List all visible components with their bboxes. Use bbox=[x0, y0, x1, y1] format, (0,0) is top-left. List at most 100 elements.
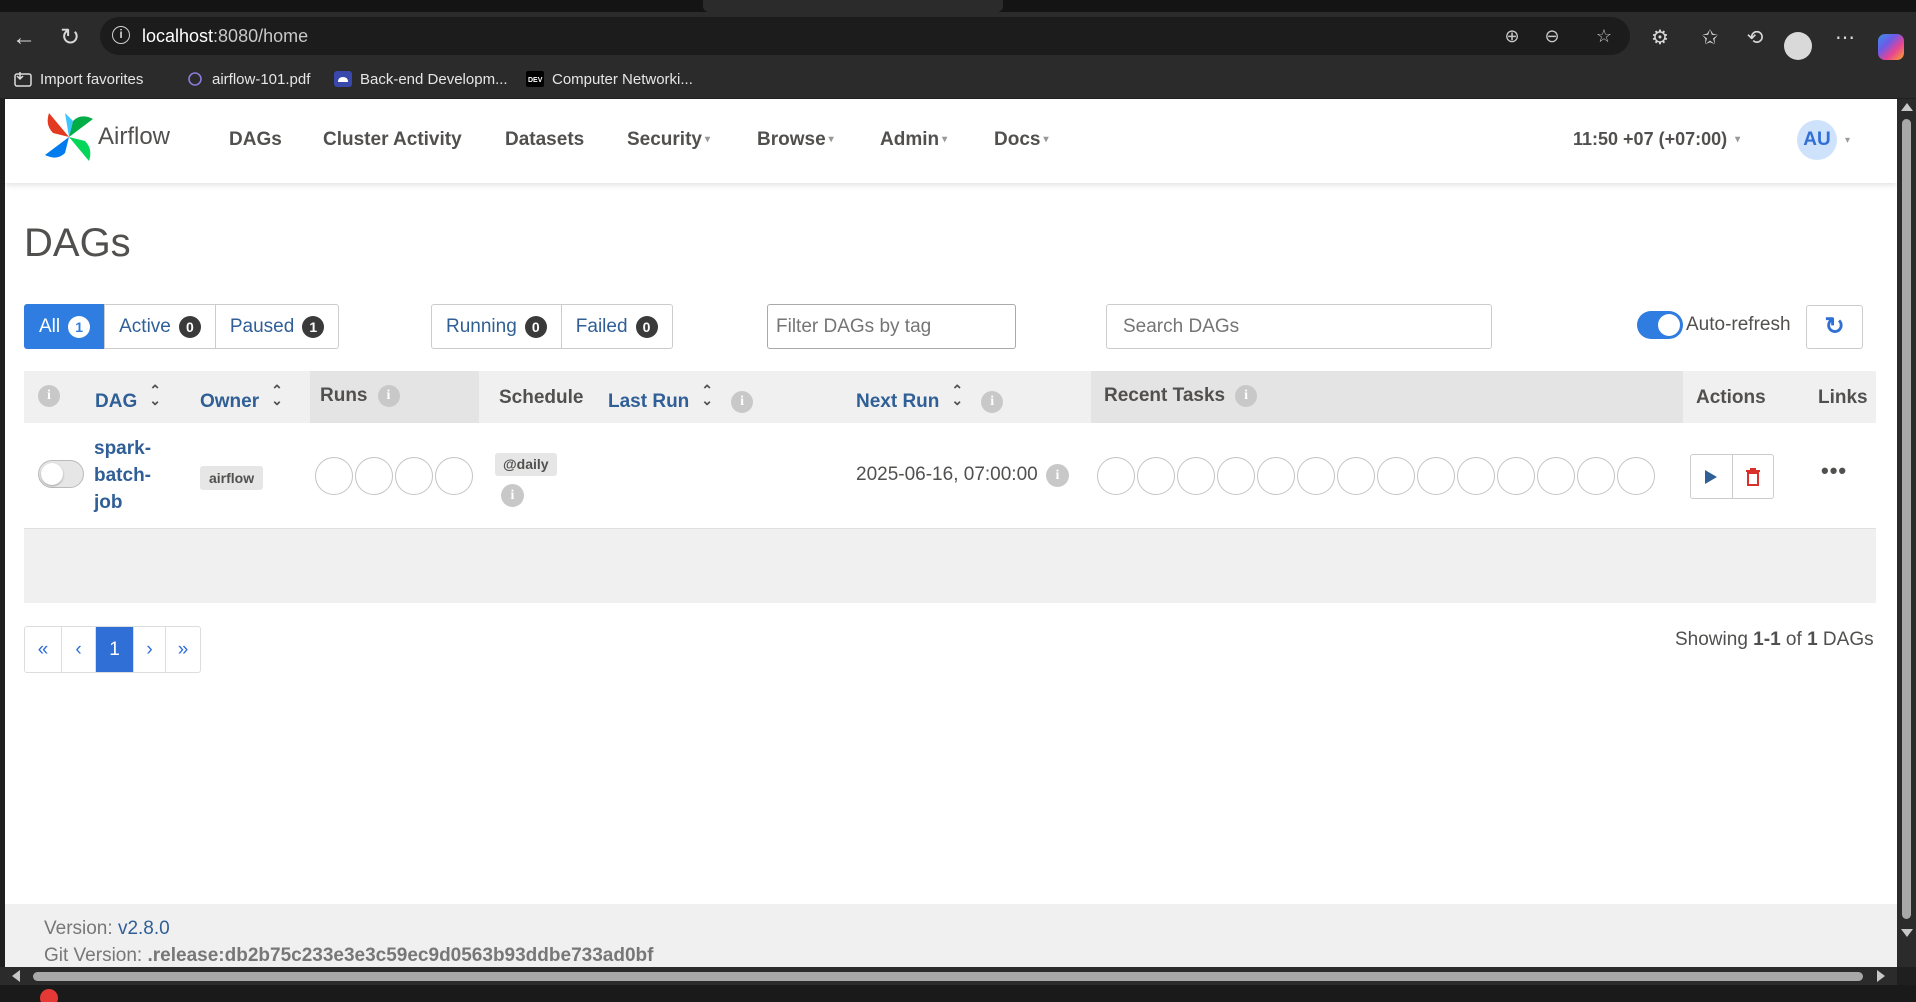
task-status-circle[interactable] bbox=[1377, 457, 1415, 495]
play-icon bbox=[1705, 469, 1718, 484]
scroll-thumb[interactable] bbox=[33, 972, 1863, 981]
chevron-down-icon[interactable]: ▾ bbox=[1845, 135, 1850, 146]
tag-filter-input[interactable] bbox=[767, 304, 1016, 349]
task-status-circle[interactable] bbox=[1417, 457, 1455, 495]
footer: Version: v2.8.0 Git Version: .release:db… bbox=[5, 904, 1897, 967]
search-dags-input[interactable] bbox=[1106, 304, 1492, 349]
task-status-circle[interactable] bbox=[1577, 457, 1615, 495]
taskbar bbox=[0, 985, 1916, 1002]
delete-dag-button[interactable] bbox=[1731, 455, 1773, 498]
info-icon[interactable]: i bbox=[981, 391, 1004, 413]
airflow-logo-icon[interactable] bbox=[43, 111, 95, 163]
info-icon[interactable]: i bbox=[1046, 464, 1069, 487]
run-status-circle[interactable] bbox=[435, 457, 473, 495]
task-status-circle[interactable] bbox=[1297, 457, 1335, 495]
more-icon[interactable]: ⋯ bbox=[1830, 24, 1860, 52]
header-info[interactable]: i bbox=[38, 385, 60, 407]
info-icon[interactable]: i bbox=[377, 385, 400, 407]
scroll-right-icon[interactable] bbox=[1877, 970, 1885, 982]
task-status-circle[interactable] bbox=[1177, 457, 1215, 495]
nav-docs[interactable]: Docs ▾ bbox=[994, 129, 1049, 151]
profile-icon[interactable] bbox=[1784, 32, 1812, 60]
reader-icon[interactable]: ⊖ bbox=[1540, 25, 1564, 47]
more-links-icon[interactable]: ••• bbox=[1821, 458, 1847, 484]
history-icon[interactable]: ⟲ bbox=[1740, 24, 1770, 52]
favorites-icon[interactable]: ✩ bbox=[1695, 24, 1725, 52]
extensions-icon[interactable]: ⚙ bbox=[1645, 24, 1675, 52]
filter-running-button[interactable]: Running 0 bbox=[431, 304, 562, 349]
auto-refresh-label: Auto-refresh bbox=[1686, 314, 1791, 335]
pagination: « ‹ 1 › » bbox=[24, 626, 201, 673]
task-status-circle[interactable] bbox=[1337, 457, 1375, 495]
info-icon[interactable]: i bbox=[501, 484, 524, 507]
task-status-circle[interactable] bbox=[1257, 457, 1295, 495]
run-status-circle[interactable] bbox=[315, 457, 353, 495]
bookmark-backend-dev[interactable]: Back-end Developm... bbox=[334, 68, 508, 92]
task-status-circle[interactable] bbox=[1537, 457, 1575, 495]
table-header: i DAG⌃ ⌄ Owner⌃ ⌄ Runs i Schedule Last Run⌃… bbox=[24, 371, 1876, 423]
reload-icon[interactable]: ↻ bbox=[56, 24, 84, 52]
filter-active-button[interactable]: Active 0 bbox=[104, 304, 216, 349]
sort-icon: ⌃ ⌄ bbox=[271, 382, 283, 408]
page-next-button[interactable]: › bbox=[133, 627, 165, 672]
run-status-circle[interactable] bbox=[355, 457, 393, 495]
auto-refresh-toggle[interactable] bbox=[1637, 311, 1683, 339]
task-status-circle[interactable] bbox=[1457, 457, 1495, 495]
user-avatar[interactable]: AU bbox=[1797, 120, 1837, 160]
nav-admin[interactable]: Admin ▾ bbox=[880, 129, 947, 151]
favorite-star-icon[interactable]: ☆ bbox=[1592, 25, 1616, 47]
nav-cluster-activity[interactable]: Cluster Activity bbox=[323, 129, 462, 151]
url-text[interactable]: localhost:8080/home bbox=[142, 26, 308, 47]
horizontal-scrollbar[interactable] bbox=[0, 967, 1897, 985]
bookmark-computer-networking[interactable]: DEV Computer Networki... bbox=[526, 68, 693, 92]
zoom-icon[interactable]: ⊕ bbox=[1500, 25, 1524, 47]
schedule-tag[interactable]: @daily bbox=[495, 453, 557, 476]
nav-security[interactable]: Security ▾ bbox=[627, 129, 710, 151]
page-last-button[interactable]: » bbox=[165, 627, 200, 672]
page-current-button[interactable]: 1 bbox=[95, 627, 133, 672]
filter-all-button[interactable]: All 1 bbox=[24, 304, 106, 349]
bookmark-import-favorites[interactable]: Import favorites bbox=[14, 68, 143, 92]
header-dag[interactable]: DAG⌃ ⌄ bbox=[95, 383, 161, 413]
taskbar-app-icon[interactable] bbox=[40, 989, 58, 1002]
vertical-scrollbar[interactable] bbox=[1897, 99, 1916, 967]
scroll-left-icon[interactable] bbox=[12, 970, 20, 982]
scroll-down-icon[interactable] bbox=[1901, 929, 1913, 937]
dag-pause-toggle[interactable] bbox=[38, 460, 84, 488]
header-next-run[interactable]: Next Run⌃ ⌄ i bbox=[856, 383, 1004, 413]
back-icon[interactable]: ← bbox=[10, 24, 38, 52]
nav-dags[interactable]: DAGs bbox=[229, 129, 282, 151]
address-bar[interactable]: i localhost:8080/home ⊕ ⊖ ☆ bbox=[100, 17, 1630, 55]
brand-name[interactable]: Airflow bbox=[98, 123, 170, 151]
task-status-circle[interactable] bbox=[1097, 457, 1135, 495]
active-tab[interactable] bbox=[703, 0, 1003, 12]
copilot-icon[interactable] bbox=[1878, 34, 1904, 60]
nav-browse[interactable]: Browse ▾ bbox=[757, 129, 834, 151]
refresh-button[interactable]: ↻ bbox=[1806, 305, 1863, 349]
header-owner[interactable]: Owner⌃ ⌄ bbox=[200, 382, 283, 413]
run-status-circle[interactable] bbox=[395, 457, 433, 495]
task-status-circle[interactable] bbox=[1137, 457, 1175, 495]
trigger-dag-button[interactable] bbox=[1691, 455, 1732, 498]
dag-id-link[interactable]: spark-batch-job bbox=[94, 435, 174, 516]
nav-datasets[interactable]: Datasets bbox=[505, 129, 584, 151]
timezone-clock[interactable]: 11:50 +07 (+07:00) ▾ bbox=[1573, 129, 1740, 150]
page-prev-button[interactable]: ‹ bbox=[61, 627, 95, 672]
scroll-up-icon[interactable] bbox=[1901, 103, 1913, 111]
task-status-circle[interactable] bbox=[1497, 457, 1535, 495]
trash-icon bbox=[1745, 467, 1760, 486]
bookmark-airflow-pdf[interactable]: airflow-101.pdf bbox=[186, 68, 310, 92]
site-info-icon[interactable]: i bbox=[112, 26, 130, 44]
info-icon[interactable]: i bbox=[731, 391, 754, 413]
task-status-circle[interactable] bbox=[1217, 457, 1255, 495]
task-status-circle[interactable] bbox=[1617, 457, 1655, 495]
header-last-run[interactable]: Last Run⌃ ⌄ i bbox=[608, 383, 754, 413]
scroll-thumb[interactable] bbox=[1902, 119, 1911, 919]
tab-strip bbox=[0, 0, 1916, 12]
filter-failed-button[interactable]: Failed 0 bbox=[560, 304, 673, 349]
count-badge: 0 bbox=[178, 315, 201, 338]
info-icon[interactable]: i bbox=[1235, 385, 1258, 407]
owner-tag[interactable]: airflow bbox=[200, 466, 264, 490]
filter-paused-button[interactable]: Paused 1 bbox=[214, 304, 340, 349]
page-first-button[interactable]: « bbox=[25, 627, 61, 672]
